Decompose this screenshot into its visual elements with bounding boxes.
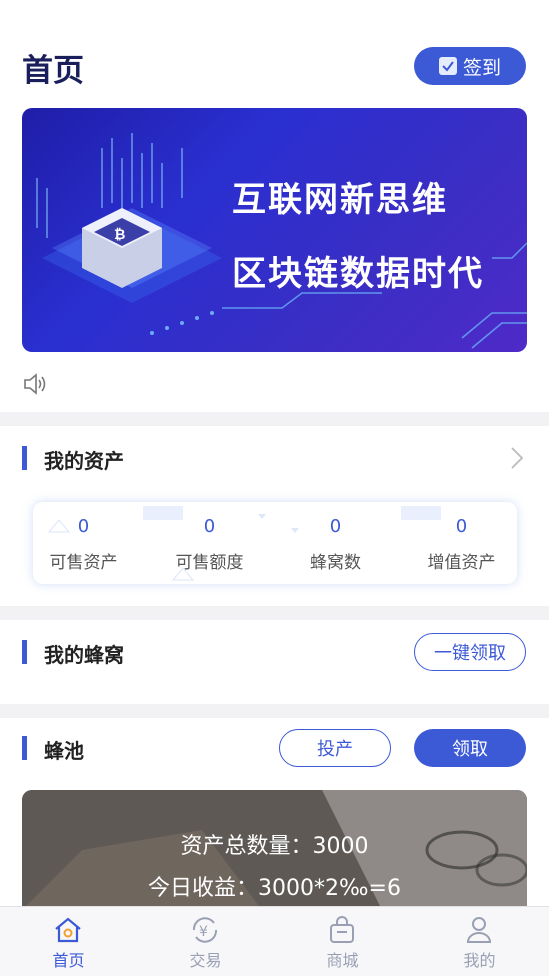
assets-card: 0 可售资产 0 可售额度 0 蜂窝数 0 增值资产 [33,502,517,584]
section-marker [22,736,27,760]
tab-label: 商城 [326,951,359,970]
signin-button[interactable]: 签到 [414,47,526,85]
asset-appreciation[interactable]: 0 增值资产 [401,502,517,584]
chevron-right-icon[interactable] [510,446,524,474]
asset-hive-count[interactable]: 0 蜂窝数 [275,502,396,584]
assets-title: 我的资产 [44,449,124,473]
home-icon [55,917,81,943]
profile-icon [466,917,492,943]
yen-exchange-icon: ¥ [192,917,218,943]
header: 首页 签到 [0,0,549,100]
divider [0,704,549,718]
pool-total-text: 资产总数量：3000 [180,834,369,859]
bottom-tab-bar: 首页 ¥ 交易 商城 我的 [0,906,549,976]
asset-label: 增值资产 [427,553,496,573]
asset-label: 蜂窝数 [310,553,361,573]
svg-text:¥: ¥ [199,924,208,940]
tab-label: 我的 [463,951,496,970]
page-title: 首页 [22,53,84,89]
tab-label: 首页 [52,951,85,970]
section-marker [22,446,27,470]
asset-label: 可售额度 [175,553,244,573]
produce-button[interactable]: 投产 [279,729,391,767]
asset-value: 0 [329,516,342,537]
pool-card: 资产总数量：3000 今日收益：3000*2‰=6 [22,790,527,910]
banner[interactable]: ₿ 互联网新思维 区块链数据时代 [22,108,527,352]
blockchain-illustration: ₿ [36,133,527,349]
asset-value: 0 [455,516,468,537]
asset-sellable-quota[interactable]: 0 可售额度 [149,502,270,584]
tab-home[interactable]: 首页 [0,907,137,976]
svg-text:₿: ₿ [114,227,125,243]
banner-subheadline: 区块链数据时代 [232,254,484,294]
tab-mine[interactable]: 我的 [411,907,548,976]
claim-all-button[interactable]: 一键领取 [414,633,526,671]
tab-label: 交易 [189,951,222,970]
divider [0,412,549,426]
asset-label: 可售资产 [49,553,118,573]
asset-value: 0 [203,516,216,537]
banner-headline: 互联网新思维 [232,180,448,220]
pool-title: 蜂池 [44,739,84,763]
section-marker [22,640,27,664]
asset-value: 0 [77,516,90,537]
shopping-bag-icon [330,916,354,943]
checkbox-icon [438,57,457,75]
claim-button[interactable]: 领取 [414,729,526,767]
speaker-icon[interactable] [22,372,48,400]
tab-trade[interactable]: ¥ 交易 [137,907,274,976]
divider [0,606,549,620]
hive-title: 我的蜂窝 [44,643,124,667]
asset-sellable[interactable]: 0 可售资产 [33,502,154,584]
signin-label: 签到 [462,56,501,79]
tab-mall[interactable]: 商城 [274,907,411,976]
pool-today-text: 今日收益：3000*2‰=6 [148,876,401,901]
